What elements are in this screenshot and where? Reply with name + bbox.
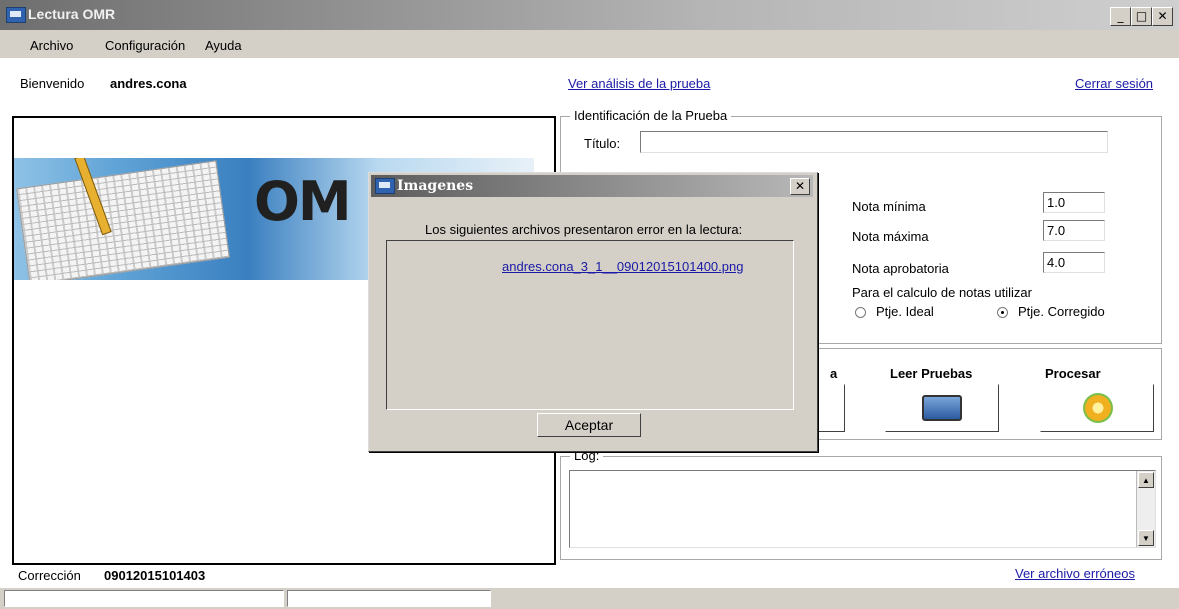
banner-text: OM — [254, 170, 352, 233]
close-button[interactable]: ✕ — [1152, 7, 1173, 26]
log-textarea[interactable]: ▲ ▼ — [569, 470, 1156, 548]
dialog-title-bar: Imagenes — [371, 175, 813, 197]
title-input[interactable] — [640, 131, 1108, 153]
identification-legend: Identificación de la Prueba — [570, 108, 732, 123]
dialog-close-button[interactable]: ✕ — [790, 178, 810, 195]
correction-label: Corrección — [18, 568, 81, 583]
error-files-list: andres.cona_3_1__09012015101400.png — [386, 240, 794, 410]
analysis-link[interactable]: Ver análisis de la prueba — [568, 76, 710, 91]
welcome-label: Bienvenido — [20, 76, 85, 91]
error-files-link[interactable]: Ver archivo erróneos — [1015, 566, 1135, 581]
maximize-button[interactable]: □ — [1131, 7, 1152, 26]
process-button[interactable] — [1040, 384, 1154, 432]
title-label: Título: — [584, 136, 621, 151]
menu-configuracion[interactable]: Configuración — [105, 38, 185, 53]
read-tests-label: Leer Pruebas — [890, 366, 973, 381]
scroll-up-icon[interactable]: ▲ — [1138, 472, 1154, 488]
menu-archivo[interactable]: Archivo — [30, 38, 73, 53]
dialog-title: Imagenes — [397, 178, 474, 194]
calc-method-label: Para el calculo de notas utilizar — [852, 285, 1032, 300]
min-grade-input[interactable] — [1043, 192, 1105, 213]
dialog-message: Los siguientes archivos presentaron erro… — [425, 222, 743, 237]
process-label: Procesar — [1045, 366, 1101, 381]
pass-grade-label: Nota aprobatoria — [852, 261, 949, 276]
radio-corrected[interactable] — [997, 307, 1008, 318]
username: andres.cona — [110, 76, 187, 91]
window-title-bar: Lectura OMR — [0, 0, 1179, 30]
min-grade-label: Nota mínima — [852, 199, 926, 214]
radio-ideal[interactable] — [855, 307, 866, 318]
max-grade-input[interactable] — [1043, 220, 1105, 241]
app-icon — [6, 7, 26, 23]
error-file-item[interactable]: andres.cona_3_1__09012015101400.png — [502, 259, 743, 274]
correction-value: 09012015101403 — [104, 568, 206, 583]
menu-ayuda[interactable]: Ayuda — [205, 38, 242, 53]
pass-grade-input[interactable] — [1043, 252, 1105, 273]
scanner-icon — [922, 395, 962, 421]
radio-corrected-label: Ptje. Corregido — [1018, 304, 1105, 319]
window-title: Lectura OMR — [28, 6, 116, 22]
minimize-button[interactable]: _ — [1110, 7, 1131, 26]
dialog-app-icon — [375, 178, 395, 194]
radio-ideal-label: Ptje. Ideal — [876, 304, 934, 319]
answer-sheet-graphic — [16, 160, 230, 280]
gear-icon — [1083, 393, 1113, 423]
status-pane-1 — [4, 590, 284, 607]
read-tests-button[interactable] — [885, 384, 999, 432]
scroll-down-icon[interactable]: ▼ — [1138, 530, 1154, 546]
partial-action-label: a — [830, 366, 838, 381]
status-pane-2 — [287, 590, 491, 607]
logout-link[interactable]: Cerrar sesión — [1075, 76, 1153, 91]
accept-button[interactable]: Aceptar — [537, 413, 641, 437]
max-grade-label: Nota máxima — [852, 229, 929, 244]
